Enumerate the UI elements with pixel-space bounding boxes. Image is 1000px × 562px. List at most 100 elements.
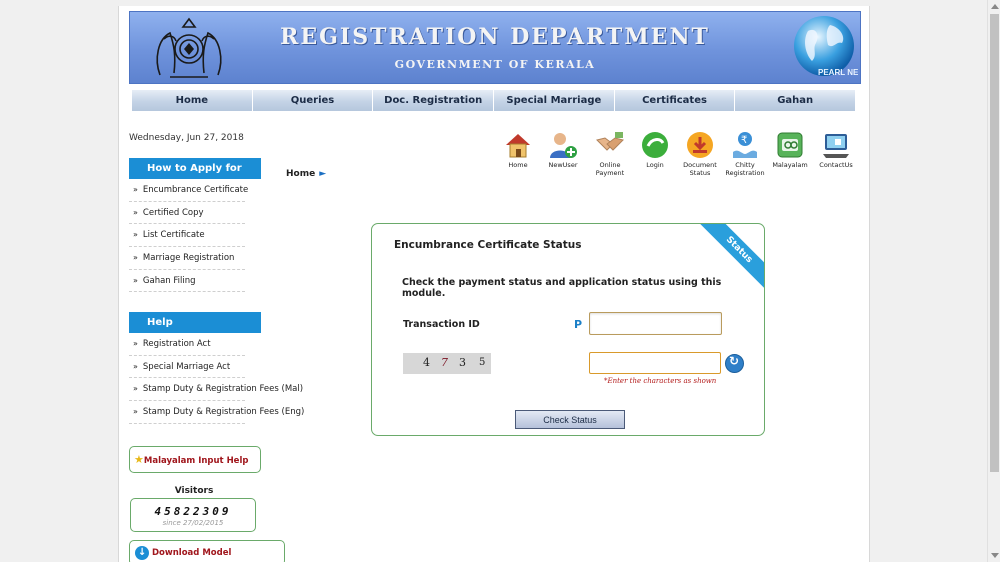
download-icon xyxy=(135,541,149,562)
nav-queries[interactable]: Queries xyxy=(252,90,374,111)
nav-special-marriage[interactable]: Special Marriage xyxy=(494,90,615,111)
nav-certificates[interactable]: Certificates xyxy=(614,90,736,111)
toolbar-malayalam[interactable]: Malayalam xyxy=(767,130,813,170)
nav-gahan[interactable]: Gahan xyxy=(735,90,857,111)
login-icon xyxy=(642,132,668,158)
current-date: Wednesday, Jun 27, 2018 xyxy=(129,133,244,143)
svg-text:₹: ₹ xyxy=(741,135,747,146)
double-chevron-icon: » xyxy=(133,230,138,240)
toolbar-login[interactable]: Login xyxy=(632,130,678,170)
star-icon: ★ xyxy=(134,453,144,466)
toolbar-online-payment[interactable]: Online Payment xyxy=(587,130,633,177)
side-item-gahan-filing[interactable]: » Gahan Filing xyxy=(129,270,309,293)
nav-doc-registration[interactable]: Doc. Registration xyxy=(373,90,495,111)
captcha-char: 7 xyxy=(441,356,448,369)
double-chevron-icon: » xyxy=(133,361,138,371)
side-item-special-marriage-act[interactable]: » Special Marriage Act xyxy=(129,356,309,379)
captcha-hint: *Enter the characters as shown xyxy=(604,377,717,385)
main-nav: Home Queries Doc. Registration Special M… xyxy=(132,90,857,111)
visitor-counter: 45822309 since 27/02/2015 xyxy=(130,498,256,532)
toolbar-document-status[interactable]: Document Status xyxy=(677,130,723,177)
side-item-label: Special Marriage Act xyxy=(142,361,231,372)
panel-title: Encumbrance Certificate Status xyxy=(394,239,582,251)
toolbar-login-label: Login xyxy=(646,161,664,169)
side-item-certified-copy[interactable]: » Certified Copy xyxy=(129,202,309,225)
globe-icon: PEARL NET xyxy=(794,16,858,77)
vertical-scrollbar[interactable] xyxy=(987,0,1000,562)
refresh-captcha-icon[interactable] xyxy=(725,354,744,373)
globe-label: PEARL NET xyxy=(818,68,858,77)
double-chevron-icon: » xyxy=(133,207,138,217)
download-model-documents-label: Download Model Documents xyxy=(152,548,232,558)
status-panel: Encumbrance Certificate Status Status Ch… xyxy=(371,223,765,436)
double-chevron-icon: » xyxy=(133,275,138,285)
how-to-apply-list: » Encumbrance Certificate » Certified Copy… xyxy=(129,179,309,293)
check-status-button[interactable]: Check Status xyxy=(515,410,625,429)
toolbar-home-label: Home xyxy=(508,161,528,169)
transaction-id-label: Transaction ID xyxy=(403,319,480,330)
double-chevron-icon: » xyxy=(133,384,138,394)
side-item-label: Registration Act xyxy=(142,339,211,349)
double-chevron-icon: » xyxy=(133,185,138,194)
toolbar-malayalam-label: Malayalam xyxy=(772,161,808,169)
toolbar-chitty-registration-label: Chitty Registration xyxy=(725,161,765,177)
visitor-count: 45822309 xyxy=(154,505,232,518)
transaction-id-input[interactable] xyxy=(589,312,722,335)
side-item-label: Certified Copy xyxy=(142,207,204,218)
contact-icon xyxy=(823,134,849,158)
breadcrumb-home[interactable]: Home xyxy=(286,169,315,179)
side-item-encumbrance-certificate[interactable]: » Encumbrance Certificate xyxy=(129,179,309,202)
malayalam-input-help-label: Malayalam Input Help xyxy=(143,456,249,466)
site-title: REGISTRATION DEPARTMENT xyxy=(280,24,710,50)
toolbar-new-user-label: NewUser xyxy=(548,161,578,169)
side-item-marriage-registration[interactable]: » Marriage Registration xyxy=(129,247,309,270)
toolbar-chitty-registration[interactable]: ₹ Chitty Registration xyxy=(722,130,768,177)
header-banner: REGISTRATION DEPARTMENT GOVERNMENT OF KE… xyxy=(129,11,861,84)
captcha-char: 5 xyxy=(479,357,486,368)
breadcrumb: Home ► xyxy=(286,169,326,179)
handshake-icon xyxy=(596,132,624,151)
scroll-down-arrow-icon[interactable] xyxy=(991,553,999,558)
double-chevron-icon: » xyxy=(133,339,138,348)
captcha-char: 3 xyxy=(459,356,466,369)
malayalam-input-help-button[interactable]: ★Malayalam Input Help xyxy=(129,446,261,473)
panel-description: Check the payment status and application… xyxy=(402,277,722,299)
how-to-apply-heading: How to Apply for xyxy=(129,158,261,179)
nav-home[interactable]: Home xyxy=(132,90,253,111)
scroll-up-arrow-icon[interactable] xyxy=(991,4,999,9)
help-heading: Help xyxy=(129,312,261,333)
side-item-label: List Certificate xyxy=(142,230,205,241)
malayalam-icon xyxy=(777,132,803,158)
side-item-stamp-duty-eng[interactable]: » Stamp Duty & Registration Fees (Eng) xyxy=(129,401,309,424)
visitors-label: Visitors xyxy=(174,486,214,496)
download-icon xyxy=(687,132,713,158)
help-list: » Registration Act » Special Marriage Act … xyxy=(129,333,309,424)
site-subtitle: GOVERNMENT OF KERALA xyxy=(394,58,596,71)
toolbar-contact-us[interactable]: ContactUs xyxy=(813,130,859,170)
captcha-char: 4 xyxy=(423,356,430,369)
side-item-registration-act[interactable]: » Registration Act xyxy=(129,333,309,356)
side-item-label: Stamp Duty & Registration Fees (Mal) xyxy=(142,384,304,395)
toolbar-document-status-label: Document Status xyxy=(683,161,717,177)
download-model-documents-button[interactable]: Download Model Documents xyxy=(129,540,285,562)
side-item-list-certificate[interactable]: » List Certificate xyxy=(129,224,309,247)
captcha-input[interactable] xyxy=(589,352,721,374)
page-container: REGISTRATION DEPARTMENT GOVERNMENT OF KE… xyxy=(118,6,870,562)
double-chevron-icon: » xyxy=(133,407,138,417)
toolbar-home[interactable]: Home xyxy=(495,130,541,170)
house-icon xyxy=(506,134,530,158)
side-item-label: Gahan Filing xyxy=(142,275,196,286)
new-user-icon xyxy=(550,133,577,158)
toolbar-new-user[interactable]: NewUser xyxy=(540,130,586,170)
transaction-prefix: P xyxy=(574,318,583,331)
side-item-stamp-duty-mal[interactable]: » Stamp Duty & Registration Fees (Mal) xyxy=(129,378,309,401)
toolbar-online-payment-label: Online Payment xyxy=(595,161,625,177)
rupee-hand-icon: ₹ xyxy=(733,132,757,158)
side-item-label: Marriage Registration xyxy=(142,253,235,264)
scroll-thumb[interactable] xyxy=(990,14,999,472)
side-item-label: Stamp Duty & Registration Fees (Eng) xyxy=(142,407,305,418)
captcha-image: 4 7 3 5 xyxy=(403,353,491,374)
icon-toolbar: Home NewUser Online Payment Login Docume… xyxy=(493,130,859,182)
toolbar-contact-us-label: ContactUs xyxy=(819,161,853,169)
side-item-label: Encumbrance Certificate xyxy=(142,185,249,195)
